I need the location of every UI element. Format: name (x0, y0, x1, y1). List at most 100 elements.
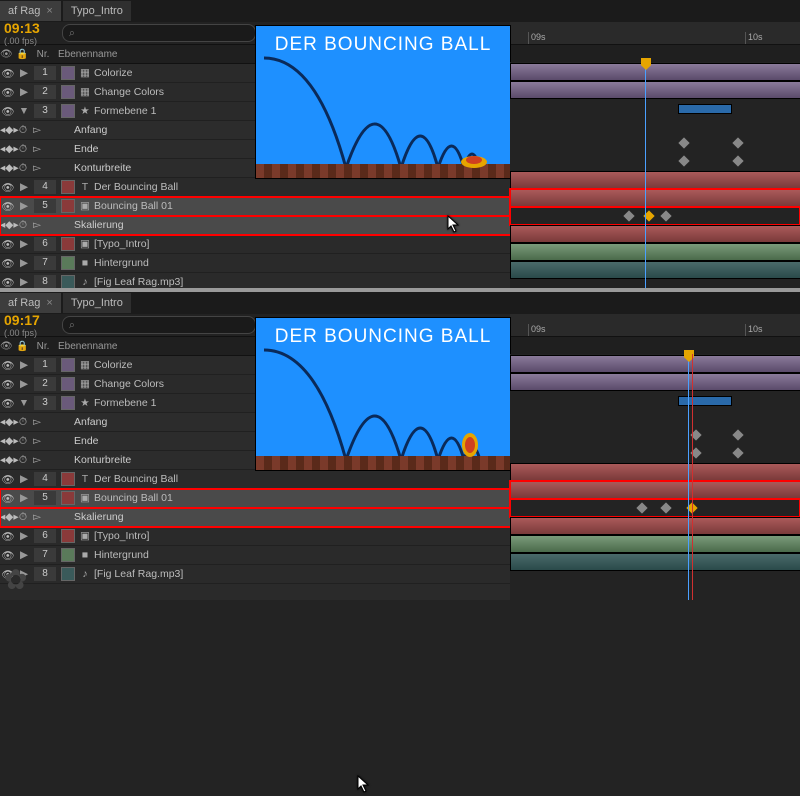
keyframe-nav[interactable]: ◂◆▸ (0, 219, 16, 231)
layer-bar[interactable] (510, 225, 800, 243)
current-time[interactable]: 09:17(.00 fps) (0, 312, 54, 338)
layer-bar[interactable] (678, 104, 732, 114)
eye-icon[interactable]: 👁 (0, 49, 16, 60)
layer-bar[interactable] (510, 481, 800, 499)
lock-icon[interactable]: 🔒 (16, 49, 32, 60)
visibility-icon[interactable]: 👁 (0, 105, 16, 118)
label-color[interactable] (61, 66, 75, 80)
layer-bar[interactable] (510, 355, 800, 373)
expand-icon[interactable]: ▻ (30, 511, 44, 523)
expand-icon[interactable]: ▻ (30, 416, 44, 428)
layer-bar[interactable] (510, 63, 800, 81)
visibility-icon[interactable]: 👁 (0, 200, 16, 213)
stopwatch-icon[interactable]: ⏱ (16, 435, 30, 448)
visibility-icon[interactable]: 👁 (0, 473, 16, 486)
tab-composition[interactable]: af Rag× (0, 1, 61, 21)
layer-bar[interactable] (510, 463, 800, 481)
tab-composition[interactable]: Typo_Intro (63, 1, 131, 21)
expand-icon[interactable]: ▶ (16, 549, 32, 561)
stopwatch-icon[interactable]: ⏱ (16, 143, 30, 156)
expand-icon[interactable]: ▶ (16, 276, 32, 288)
keyframe-nav[interactable]: ◂◆▸ (0, 435, 16, 447)
expand-icon[interactable]: ▶ (16, 378, 32, 390)
expand-icon[interactable]: ▻ (30, 162, 44, 174)
playhead[interactable] (688, 354, 689, 600)
keyframe-nav[interactable]: ◂◆▸ (0, 454, 16, 466)
expand-icon[interactable]: ▶ (16, 257, 32, 269)
label-color[interactable] (61, 256, 75, 270)
lock-icon[interactable]: 🔒 (16, 341, 32, 352)
keyframe-nav[interactable]: ◂◆▸ (0, 511, 16, 523)
expand-icon[interactable]: ▶ (16, 86, 32, 98)
visibility-icon[interactable]: 👁 (0, 67, 16, 80)
visibility-icon[interactable]: 👁 (0, 257, 16, 270)
visibility-icon[interactable]: 👁 (0, 530, 16, 543)
stopwatch-icon[interactable]: ⏱ (16, 162, 30, 175)
visibility-icon[interactable]: 👁 (0, 549, 16, 562)
tab-composition[interactable]: Typo_Intro (63, 293, 131, 313)
close-icon[interactable]: × (46, 297, 52, 309)
layer-bar[interactable] (510, 243, 800, 261)
expand-icon[interactable]: ▶ (16, 473, 32, 485)
visibility-icon[interactable]: 👁 (0, 238, 16, 251)
label-color[interactable] (61, 275, 75, 289)
search-input[interactable]: ⌕ (62, 316, 256, 334)
eye-icon[interactable]: 👁 (0, 341, 16, 352)
expand-icon[interactable]: ▼ (16, 397, 32, 409)
expand-icon[interactable]: ▼ (16, 105, 32, 117)
label-color[interactable] (61, 472, 75, 486)
search-input[interactable]: ⌕ (62, 24, 256, 42)
visibility-icon[interactable]: 👁 (0, 86, 16, 99)
keyframe-nav[interactable]: ◂◆▸ (0, 143, 16, 155)
stopwatch-icon[interactable]: ⏱ (16, 219, 30, 232)
close-icon[interactable]: × (46, 5, 52, 17)
expand-icon[interactable]: ▶ (16, 238, 32, 250)
expand-icon[interactable]: ▶ (16, 492, 32, 504)
label-color[interactable] (61, 548, 75, 562)
label-color[interactable] (61, 396, 75, 410)
expand-icon[interactable]: ▶ (16, 530, 32, 542)
label-color[interactable] (61, 567, 75, 581)
layer-bar[interactable] (510, 517, 800, 535)
visibility-icon[interactable]: 👁 (0, 359, 16, 372)
visibility-icon[interactable]: 👁 (0, 181, 16, 194)
keyframe-nav[interactable]: ◂◆▸ (0, 416, 16, 428)
timeline-area[interactable] (510, 354, 800, 600)
layer-bar[interactable] (678, 396, 732, 406)
layer-bar[interactable] (510, 171, 800, 189)
visibility-icon[interactable]: 👁 (0, 276, 16, 289)
expand-icon[interactable]: ▻ (30, 435, 44, 447)
keyframe-nav[interactable]: ◂◆▸ (0, 124, 16, 136)
label-color[interactable] (61, 85, 75, 99)
time-ruler[interactable]: 09s 10s (510, 314, 800, 337)
label-color[interactable] (61, 529, 75, 543)
playhead[interactable] (645, 62, 646, 288)
label-color[interactable] (61, 237, 75, 251)
visibility-icon[interactable]: 👁 (0, 378, 16, 391)
keyframe-nav[interactable]: ◂◆▸ (0, 162, 16, 174)
layer-bar[interactable] (510, 81, 800, 99)
timeline-area[interactable] (510, 62, 800, 288)
label-color[interactable] (61, 377, 75, 391)
layer-bar[interactable] (510, 553, 800, 571)
layer-bar[interactable] (510, 261, 800, 279)
stopwatch-icon[interactable]: ⏱ (16, 416, 30, 429)
layer-bar[interactable] (510, 373, 800, 391)
label-color[interactable] (61, 180, 75, 194)
expand-icon[interactable]: ▶ (16, 200, 32, 212)
expand-icon[interactable]: ▻ (30, 454, 44, 466)
stopwatch-icon[interactable]: ⏱ (16, 454, 30, 467)
expand-icon[interactable]: ▶ (16, 67, 32, 79)
expand-icon[interactable]: ▶ (16, 181, 32, 193)
expand-icon[interactable]: ▻ (30, 124, 44, 136)
tab-composition[interactable]: af Rag× (0, 293, 61, 313)
stopwatch-icon[interactable]: ⏱ (16, 511, 30, 524)
layer-bar[interactable] (510, 189, 800, 207)
label-color[interactable] (61, 358, 75, 372)
visibility-icon[interactable]: 👁 (0, 492, 16, 505)
visibility-icon[interactable]: 👁 (0, 397, 16, 410)
layer-bar[interactable] (510, 535, 800, 553)
time-ruler[interactable]: 09s 10s (510, 22, 800, 45)
stopwatch-icon[interactable]: ⏱ (16, 124, 30, 137)
expand-icon[interactable]: ▻ (30, 143, 44, 155)
